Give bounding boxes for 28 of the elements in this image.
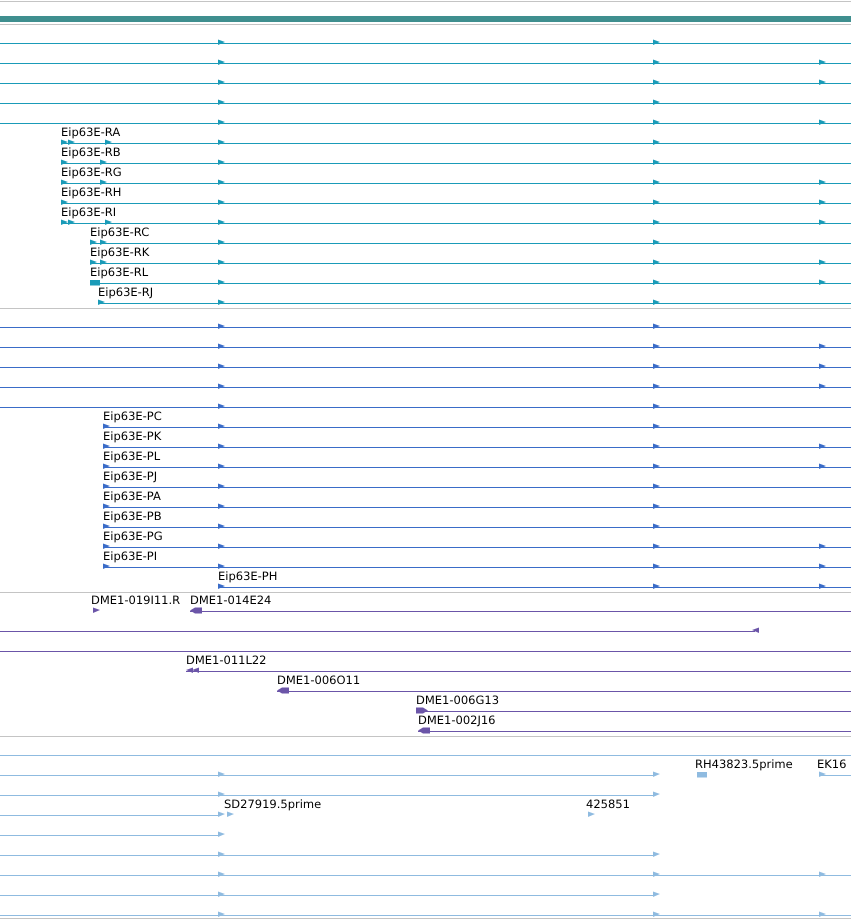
feature-label: DME1-014E24 (190, 593, 272, 607)
feature-label: DME1-019I11.R (91, 593, 180, 607)
feature-label: Eip63E-RJ (98, 285, 154, 299)
feature-label: 425851 (586, 797, 630, 811)
feature-label: RH43823.5prime (695, 757, 793, 771)
feature-label: Eip63E-PK (103, 429, 162, 443)
feature-label: Eip63E-RB (61, 145, 121, 159)
feature-label: Eip63E-PI (103, 549, 158, 563)
feature-label: Eip63E-PL (103, 449, 160, 463)
feature-label: Eip63E-RH (61, 185, 122, 199)
feature-label: Eip63E-PB (103, 509, 162, 523)
feature-label: Eip63E-RA (61, 125, 120, 139)
feature-label: DME1-006G13 (416, 693, 500, 707)
feature-label: Eip63E-RG (61, 165, 122, 179)
feature-label: Eip63E-PG (103, 529, 163, 543)
feature-label: EK16 (817, 757, 846, 771)
feature-label: DME1-006O11 (277, 673, 360, 687)
feature-label: DME1-011L22 (186, 653, 266, 667)
feature-label: DME1-002J16 (418, 713, 496, 727)
feature-label: Eip63E-PJ (103, 469, 158, 483)
feature-label: Eip63E-PC (103, 409, 162, 423)
feature-label: SD27919.5prime (224, 797, 322, 811)
feature-label: Eip63E-PH (218, 569, 278, 583)
feature-label: Eip63E-PA (103, 489, 161, 503)
feature-label: Eip63E-RL (90, 265, 148, 279)
feature-label: Eip63E-RK (90, 245, 150, 259)
feature-label: Eip63E-RI (61, 205, 116, 219)
feature-label: Eip63E-RC (90, 225, 150, 239)
